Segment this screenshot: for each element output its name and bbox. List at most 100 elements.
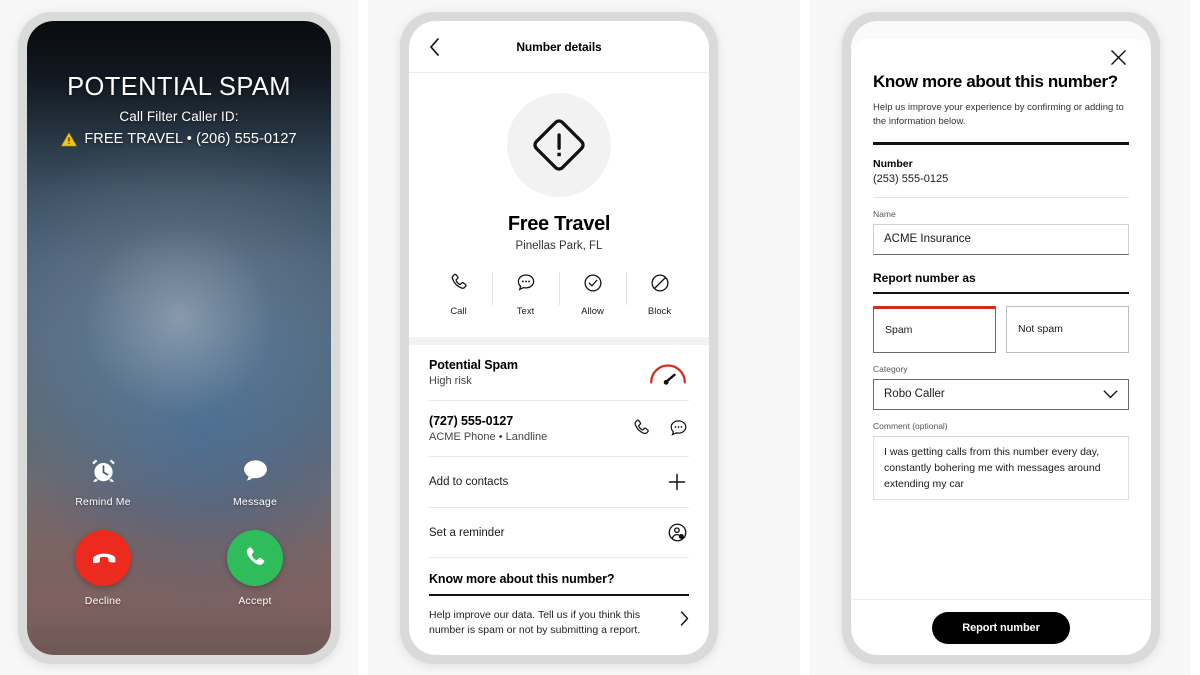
sheet-footer: Report number xyxy=(851,599,1151,655)
caller-location: Pinellas Park, FL xyxy=(515,240,603,252)
quick-action-label: Call xyxy=(450,306,467,317)
accept-call-button[interactable]: Accept xyxy=(179,530,331,607)
add-to-contacts-row[interactable]: Add to contacts xyxy=(429,457,689,508)
speech-bubble-icon xyxy=(179,453,331,487)
number-divider xyxy=(873,196,1129,198)
comment-textarea[interactable]: I was getting calls from this number eve… xyxy=(873,435,1129,500)
know-more-text: Help improve our data. Tell us if you th… xyxy=(429,609,641,637)
number-label: Number xyxy=(873,157,913,170)
secondary-actions-row: Remind Me Message xyxy=(27,453,331,508)
quick-action-call[interactable]: Call xyxy=(425,270,492,321)
quick-action-label: Block xyxy=(647,306,672,317)
nav-bar: Number details xyxy=(409,21,709,73)
phone-frame-2: Number details Free Travel Pinellas Park… xyxy=(400,12,718,664)
set-reminder-row[interactable]: Set a reminder xyxy=(429,508,689,558)
number-value: (253) 555-0125 xyxy=(873,172,949,185)
number-details-screen: Number details Free Travel Pinellas Park… xyxy=(409,21,709,655)
incoming-call-screen: POTENTIAL SPAM Call Filter Caller ID: FR… xyxy=(27,21,331,655)
risk-row[interactable]: Potential Spam High risk xyxy=(429,345,689,401)
report-screen: Know more about this number? Help us imp… xyxy=(851,21,1151,655)
risk-gauge-icon xyxy=(650,363,686,385)
set-reminder-label: Set a reminder xyxy=(429,526,505,539)
reminder-person-icon xyxy=(668,523,687,542)
category-label: Category xyxy=(873,363,908,374)
three-phone-showcase: POTENTIAL SPAM Call Filter Caller ID: FR… xyxy=(0,0,1200,675)
heading-rule xyxy=(873,141,1129,145)
panel-gap-1 xyxy=(358,0,368,675)
risk-title: Potential Spam xyxy=(429,358,518,372)
phone-down-icon xyxy=(92,553,116,564)
call-filter-subtitle: Call Filter Caller ID: xyxy=(119,109,239,124)
choice-spam[interactable]: Spam xyxy=(873,305,996,353)
phone-number: (727) 555-0127 xyxy=(429,414,514,428)
chevron-down-icon xyxy=(1103,390,1118,398)
choice-not-spam[interactable]: Not spam xyxy=(1006,305,1129,353)
name-input[interactable]: ACME Insurance xyxy=(873,223,1129,255)
accept-label: Accept xyxy=(238,595,272,607)
remind-me-label: Remind Me xyxy=(75,496,131,508)
caller-name: Free Travel xyxy=(507,213,611,235)
warning-triangle-icon xyxy=(61,132,77,146)
panel-report-sheet: Know more about this number? Help us imp… xyxy=(810,0,1190,675)
details-list: Potential Spam High risk (727) 555-0127 xyxy=(409,345,709,638)
phone-frame-1: POTENTIAL SPAM Call Filter Caller ID: FR… xyxy=(18,12,340,664)
sheet-title: Know more about this number? xyxy=(873,72,1118,91)
warning-diamond-icon xyxy=(533,119,585,171)
phone-icon xyxy=(451,273,467,289)
close-button[interactable] xyxy=(873,49,1129,66)
quick-action-allow[interactable]: Allow xyxy=(559,270,626,321)
report-type-choices: Spam Not spam xyxy=(873,305,1129,353)
call-action-area: Remind Me Message Decline Accept xyxy=(27,453,331,607)
phone-frame-3: Know more about this number? Help us imp… xyxy=(842,12,1160,664)
alarm-clock-icon xyxy=(27,453,179,487)
primary-actions-row: Decline Accept xyxy=(27,530,331,607)
decline-call-button[interactable]: Decline xyxy=(27,530,179,607)
report-number-button[interactable]: Report number xyxy=(932,611,1070,644)
know-more-heading: Know more about this number? xyxy=(429,558,689,596)
decline-label: Decline xyxy=(84,595,122,607)
carrier-info: ACME Phone • Landline xyxy=(429,431,548,443)
panel-incoming-call: POTENTIAL SPAM Call Filter Caller ID: FR… xyxy=(0,0,358,675)
message-button[interactable]: Message xyxy=(179,453,331,508)
block-circle-icon xyxy=(650,274,669,292)
message-label: Message xyxy=(232,496,277,508)
avatar xyxy=(507,93,611,197)
caller-info-block: POTENTIAL SPAM Call Filter Caller ID: FR… xyxy=(27,73,331,147)
category-select[interactable]: Robo Caller xyxy=(873,378,1129,410)
spam-title: POTENTIAL SPAM xyxy=(67,73,291,101)
report-number-as-heading: Report number as xyxy=(873,271,1129,294)
report-form: Know more about this number? Help us imp… xyxy=(851,39,1151,599)
report-bottom-sheet: Know more about this number? Help us imp… xyxy=(851,39,1151,655)
section-divider xyxy=(409,337,709,345)
chat-bubble-dots-icon[interactable] xyxy=(668,418,689,439)
phone-number-row: (727) 555-0127 ACME Phone • Landline xyxy=(429,401,689,457)
close-icon xyxy=(1111,50,1126,65)
phone-icon xyxy=(246,547,265,565)
quick-action-label: Text xyxy=(516,306,535,317)
sheet-description: Help us improve your experience by confi… xyxy=(873,102,1124,128)
remind-me-button[interactable]: Remind Me xyxy=(27,453,179,508)
check-circle-icon xyxy=(583,274,602,292)
panel-gap-2 xyxy=(800,0,810,675)
quick-action-block[interactable]: Block xyxy=(626,270,693,321)
decline-circle[interactable] xyxy=(75,530,131,586)
row-action-icons xyxy=(631,418,689,439)
caller-hero: Free Travel Pinellas Park, FL xyxy=(409,73,709,252)
chat-bubble-dots-icon xyxy=(517,274,534,291)
name-field-label: Name xyxy=(873,208,896,219)
caller-id-text: FREE TRAVEL • (206) 555-0127 xyxy=(84,131,297,147)
caller-id-line: FREE TRAVEL • (206) 555-0127 xyxy=(27,131,331,147)
quick-action-text[interactable]: Text xyxy=(492,270,559,321)
phone-number-text: (727) 555-0127 ACME Phone • Landline xyxy=(429,414,547,443)
risk-text: Potential Spam High risk xyxy=(429,358,518,387)
chevron-right-icon xyxy=(680,611,689,626)
nav-title: Number details xyxy=(516,39,602,54)
accept-circle[interactable] xyxy=(227,530,283,586)
quick-actions: Call Text Allow Block xyxy=(425,270,693,321)
know-more-cta[interactable]: Help improve our data. Tell us if you th… xyxy=(429,596,689,638)
quick-action-label: Allow xyxy=(581,306,604,317)
panel-number-details: Number details Free Travel Pinellas Park… xyxy=(368,0,800,675)
phone-icon[interactable] xyxy=(631,418,652,439)
plus-icon xyxy=(668,473,686,491)
add-to-contacts-label: Add to contacts xyxy=(429,476,509,488)
